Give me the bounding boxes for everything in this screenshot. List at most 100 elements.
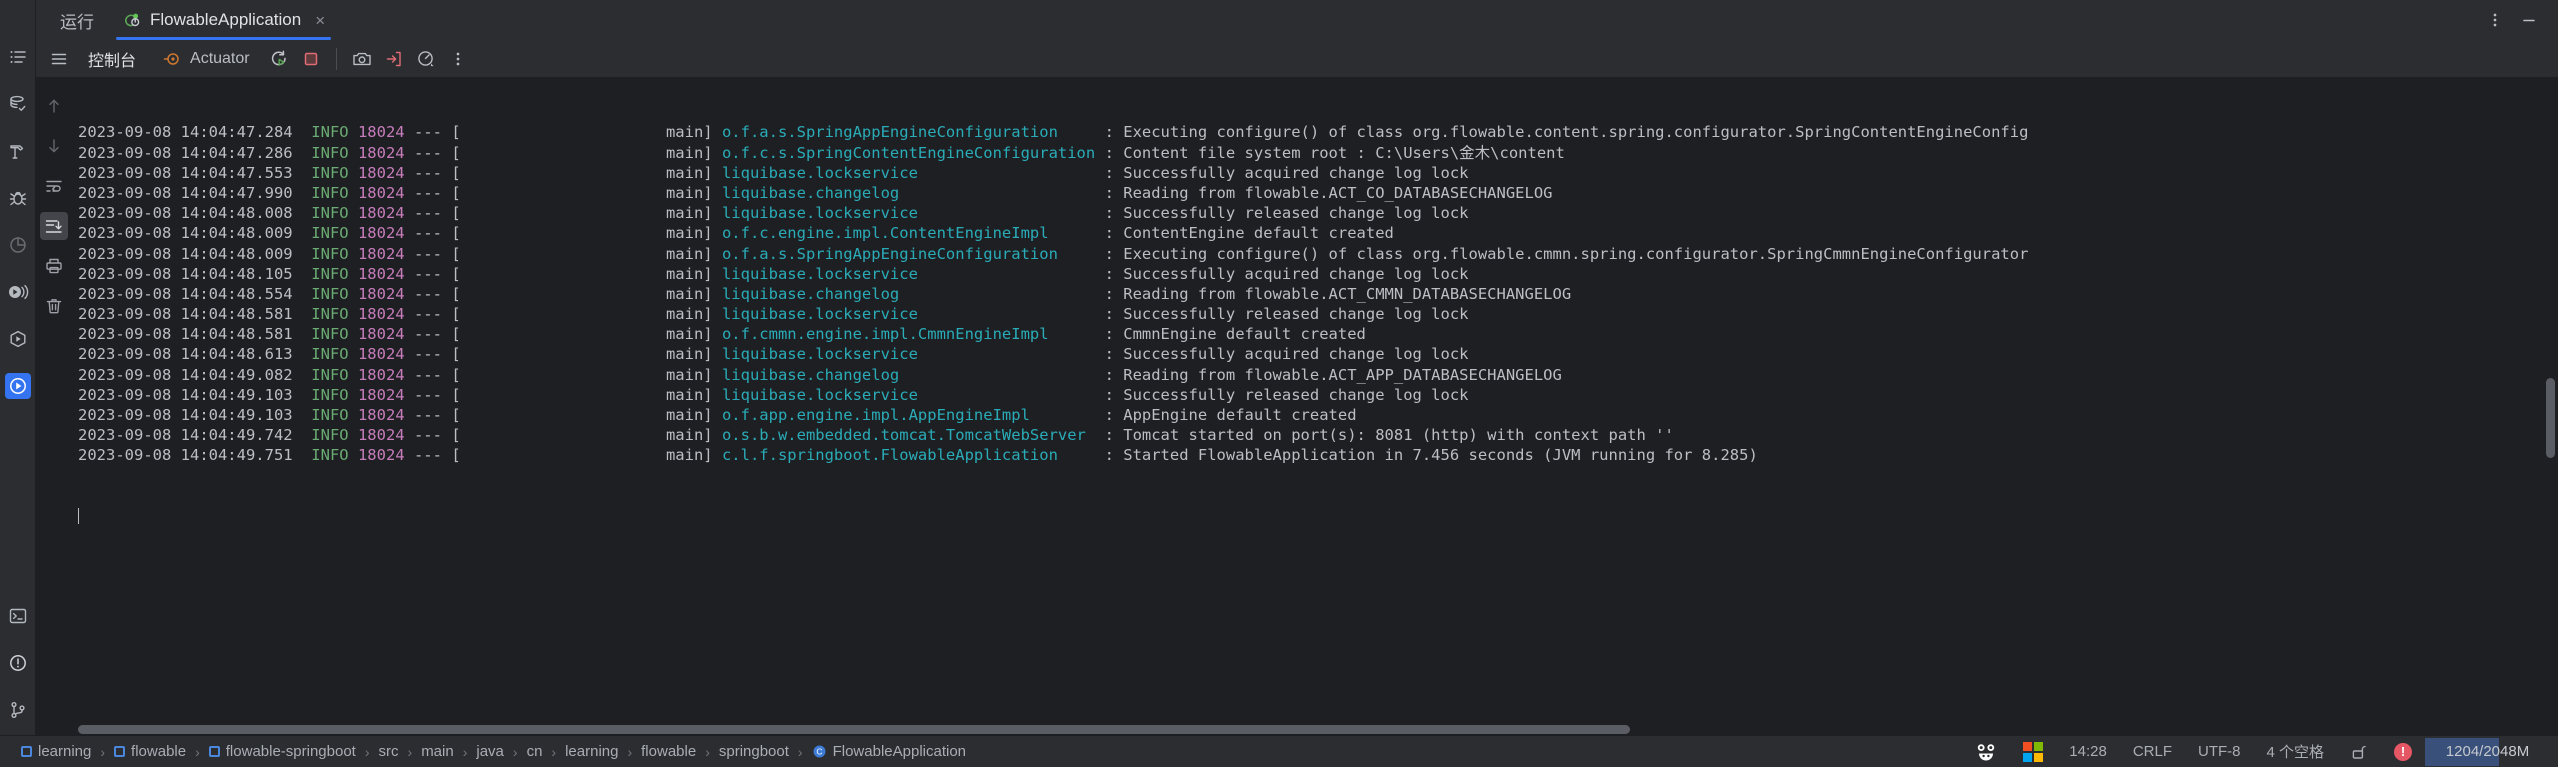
log-space: [349, 265, 358, 283]
subtab-console[interactable]: 控制台: [76, 44, 148, 74]
log-pid: 18024: [357, 325, 405, 344]
stop-icon[interactable]: [296, 44, 326, 74]
breadcrumb-item-flowableapplication[interactable]: C FlowableApplication: [805, 743, 973, 760]
log-colon: :: [1104, 264, 1124, 283]
log-timestamp: 2023-09-08 14:04:47.286: [78, 143, 312, 162]
microsoft-logo-icon[interactable]: [2010, 741, 2056, 762]
log-logger: liquibase.lockservice: [721, 385, 1105, 404]
log-level: INFO: [311, 385, 349, 404]
unlocked-lock-icon[interactable]: [2337, 743, 2381, 761]
breadcrumb-item-flowable-springboot[interactable]: flowable-springboot: [202, 743, 363, 760]
breadcrumb-item-learning[interactable]: learning: [558, 743, 625, 760]
text-caret: [78, 508, 79, 524]
log-logger: c.l.f.springboot.FlowableApplication: [721, 446, 1105, 465]
log-logger: o.f.a.s.SpringAppEngineConfiguration: [721, 244, 1105, 263]
subtab-actuator[interactable]: Actuator: [150, 46, 262, 72]
tabs-spacer: [339, 0, 2480, 40]
memory-indicator[interactable]: 1204/2048M: [2425, 737, 2550, 766]
rerun-icon[interactable]: [264, 44, 294, 74]
log-message: Started FlowableApplication in 7.456 sec…: [1123, 446, 1758, 465]
scroll-to-end-icon[interactable]: [40, 212, 68, 240]
breadcrumb-separator: ›: [705, 743, 710, 760]
indent-indicator[interactable]: 4 个空格: [2253, 741, 2337, 762]
camera-icon[interactable]: [347, 44, 377, 74]
run-dashboard-icon[interactable]: [5, 279, 31, 305]
problems-warning-icon[interactable]: [5, 650, 31, 676]
log-message: Successfully released change log lock: [1123, 385, 1469, 404]
scroll-up-icon[interactable]: [40, 92, 68, 120]
log-space: [349, 144, 358, 162]
close-icon[interactable]: ×: [315, 12, 325, 29]
profiler-pie-icon[interactable]: [5, 232, 31, 258]
log-logger: liquibase.changelog: [721, 183, 1105, 202]
terminal-icon[interactable]: [5, 603, 31, 629]
log-separator: ---: [404, 305, 452, 324]
encoding-indicator[interactable]: UTF-8: [2185, 743, 2254, 760]
toolbar-more-icon[interactable]: [443, 44, 473, 74]
soft-wrap-icon[interactable]: [40, 172, 68, 200]
gauge-icon[interactable]: [411, 44, 441, 74]
log-level: INFO: [311, 123, 349, 142]
breadcrumb-item-main[interactable]: main: [414, 743, 461, 760]
error-badge-icon[interactable]: !: [2381, 742, 2425, 761]
log-colon: :: [1104, 446, 1124, 465]
print-icon[interactable]: [40, 252, 68, 280]
log-level: INFO: [311, 224, 349, 243]
console-horizontal-scroll-thumb[interactable]: [78, 725, 1631, 734]
breadcrumb-label: flowable-springboot: [225, 743, 356, 760]
console-output[interactable]: 2023-09-08 14:04:47.284 INFO 18024 --- […: [72, 78, 2558, 735]
database-check-icon[interactable]: [5, 91, 31, 117]
minimize-icon[interactable]: [2514, 5, 2544, 35]
line-separator-indicator[interactable]: CRLF: [2120, 743, 2185, 760]
breadcrumb-separator: ›: [627, 743, 633, 760]
vertical-dots-icon[interactable]: [2480, 5, 2510, 35]
build-hammer-icon[interactable]: [5, 138, 31, 164]
panda-icon[interactable]: [1962, 741, 2010, 763]
log-logger: liquibase.lockservice: [721, 204, 1105, 223]
breadcrumb-separator: ›: [512, 743, 518, 760]
breadcrumb-item-learning[interactable]: learning: [14, 743, 98, 760]
log-pid: 18024: [357, 244, 405, 263]
log-colon: :: [1104, 123, 1124, 142]
log-thread: [ main]: [451, 406, 713, 425]
log-logger: liquibase.changelog: [721, 284, 1105, 303]
version-control-icon[interactable]: [5, 697, 31, 723]
log-timestamp: 2023-09-08 14:04:49.103: [78, 406, 312, 425]
hamburger-menu-icon[interactable]: [44, 44, 74, 74]
clock-time[interactable]: 14:28: [2056, 743, 2120, 760]
debug-bug-icon[interactable]: [5, 185, 31, 211]
scroll-down-icon[interactable]: [40, 132, 68, 160]
tool-window-title-label: 运行: [60, 12, 94, 32]
breadcrumb-item-flowable[interactable]: flowable: [107, 743, 193, 760]
console-horizontal-scrollbar[interactable]: [78, 725, 2542, 734]
breadcrumb-item-java[interactable]: java: [469, 743, 511, 760]
log-line: 2023-09-08 14:04:48.554 INFO 18024 --- […: [78, 284, 2558, 304]
log-thread: [ main]: [451, 305, 713, 324]
window-actions: [2480, 0, 2558, 40]
breadcrumb-item-cn[interactable]: cn: [520, 743, 550, 760]
breadcrumb-item-src[interactable]: src: [372, 743, 406, 760]
log-timestamp: 2023-09-08 14:04:48.008: [78, 204, 312, 223]
console-vertical-scrollbar[interactable]: [2546, 378, 2555, 458]
log-space: [713, 285, 722, 303]
log-space: [713, 144, 722, 162]
clear-all-icon[interactable]: [40, 292, 68, 320]
log-message: Reading from flowable.ACT_APP_DATABASECH…: [1123, 365, 1562, 384]
log-timestamp: 2023-09-08 14:04:48.554: [78, 284, 312, 303]
services-play-icon[interactable]: [5, 326, 31, 352]
log-message: Successfully acquired change log lock: [1123, 345, 1469, 364]
log-colon: :: [1104, 163, 1124, 182]
log-colon: :: [1104, 406, 1124, 425]
breadcrumb-item-springboot[interactable]: springboot: [712, 743, 796, 760]
log-space: [713, 426, 722, 444]
log-thread: [ main]: [451, 244, 713, 263]
log-logger: o.f.c.s.SpringContentEngineConfiguration: [721, 143, 1105, 162]
tab-flowable-application[interactable]: FlowableApplication ×: [108, 0, 339, 40]
log-thread: [ main]: [451, 325, 713, 344]
breadcrumb-item-flowable[interactable]: flowable: [634, 743, 703, 760]
log-line: 2023-09-08 14:04:49.103 INFO 18024 --- […: [78, 385, 2558, 405]
run-window-icon[interactable]: [4, 373, 31, 399]
log-line: 2023-09-08 14:04:47.284 INFO 18024 --- […: [78, 122, 2558, 142]
structure-list-icon[interactable]: [5, 44, 31, 70]
export-to-file-icon[interactable]: [379, 44, 409, 74]
